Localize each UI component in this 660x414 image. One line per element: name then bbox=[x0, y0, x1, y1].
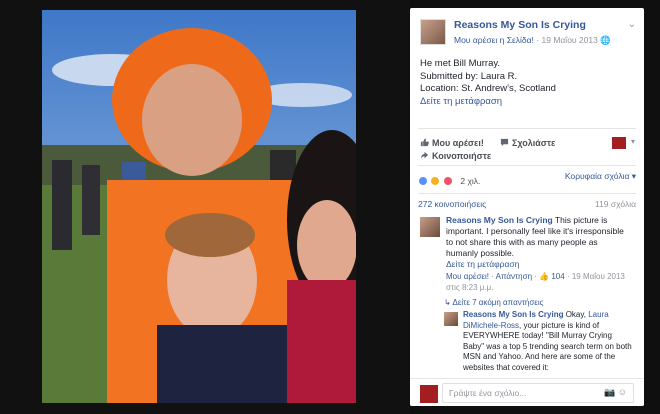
comment-likes-count[interactable]: 104 bbox=[551, 272, 564, 281]
comment-input[interactable]: Γράψτε ένα σχόλιο... 📷 ☺ bbox=[442, 383, 634, 403]
emoji-icon[interactable]: ☺ bbox=[618, 387, 627, 397]
composer-avatar bbox=[420, 385, 438, 403]
comment-button[interactable]: Σχολιάστε bbox=[500, 138, 555, 148]
page-avatar[interactable] bbox=[420, 19, 446, 45]
reply-author-link[interactable]: Reasons My Son Is Crying bbox=[463, 310, 563, 319]
comment-composer: Γράψτε ένα σχόλιο... 📷 ☺ bbox=[410, 378, 644, 406]
share-label: Κοινοποιήστε bbox=[432, 151, 492, 161]
share-button[interactable]: Κοινοποιήστε bbox=[420, 151, 491, 161]
comments-count-link[interactable]: 119 σχόλια bbox=[595, 199, 636, 209]
comment-see-translation-link[interactable]: Δείτε τη μετάφραση bbox=[446, 259, 632, 270]
comment-footer: Μου αρέσει! · Απάντηση · 👍 104 · 19 Μαΐο… bbox=[446, 271, 632, 293]
comment-date[interactable]: 19 Μαΐου 2013 bbox=[572, 272, 625, 281]
post-actions: Μου αρέσει! Σχολιάστε Κοινοποιήστε bbox=[418, 128, 636, 162]
post-as-selector[interactable] bbox=[612, 137, 635, 149]
like-reaction-icon bbox=[418, 176, 428, 186]
post-photo[interactable] bbox=[42, 10, 356, 403]
comment-avatar[interactable] bbox=[420, 217, 440, 237]
love-reaction-icon bbox=[442, 176, 453, 186]
like-page-link[interactable]: Μου αρέσει η Σελίδα! bbox=[454, 35, 534, 45]
globe-icon: 🌐 bbox=[600, 35, 611, 45]
reply-text-pre: Okay, bbox=[563, 310, 589, 319]
comment-reply-link[interactable]: Απάντηση bbox=[496, 272, 532, 281]
reply-body: Reasons My Son Is Crying Okay, Laura DiM… bbox=[463, 310, 635, 373]
post-stats: 272 κοινοποιήσεις 119 σχόλια bbox=[418, 193, 636, 211]
chevron-down-icon[interactable]: ⌄ bbox=[628, 19, 636, 30]
photo-image bbox=[42, 10, 356, 403]
post-meta: Μου αρέσει η Σελίδα! · 19 Μαΐου 2013 🌐 bbox=[454, 35, 611, 46]
haha-reaction-icon bbox=[430, 176, 441, 186]
photo-viewer bbox=[0, 0, 410, 414]
post-sidebar: Reasons My Son Is Crying Μου αρέσει η Σε… bbox=[410, 8, 644, 406]
like-label: Μου αρέσει! bbox=[432, 138, 484, 148]
comment-like-link[interactable]: Μου αρέσει! bbox=[446, 272, 489, 281]
post-line-2: Submitted by: Laura R. bbox=[420, 70, 518, 82]
shares-count-link[interactable]: 272 κοινοποιήσεις bbox=[418, 199, 486, 209]
view-more-replies-link[interactable]: ↳ Δείτε 7 ακόμη απαντήσεις bbox=[444, 298, 543, 307]
thumbs-up-icon bbox=[420, 138, 429, 147]
comment-input-placeholder: Γράψτε ένα σχόλιο... bbox=[449, 388, 527, 398]
reactions-summary[interactable]: 2 χιλ. Κορυφαία σχόλια ▾ bbox=[418, 165, 636, 186]
post-date[interactable]: 19 Μαΐου 2013 bbox=[542, 35, 598, 45]
post-text: He met Bill Murray. Submitted by: Laura … bbox=[420, 58, 636, 108]
page-name-link[interactable]: Reasons My Son Is Crying bbox=[454, 19, 586, 31]
comment-icon bbox=[500, 138, 509, 147]
post-line-1: He met Bill Murray. bbox=[420, 58, 501, 69]
comment-label: Σχολιάστε bbox=[512, 138, 556, 148]
see-translation-link[interactable]: Δείτε τη μετάφραση bbox=[420, 96, 636, 109]
reactions-count: 2 χιλ. bbox=[460, 176, 481, 186]
post-line-3: Location: St. Andrew's, Scotland bbox=[420, 83, 556, 94]
comment-author-link[interactable]: Reasons My Son Is Crying bbox=[446, 215, 553, 225]
comment-time: στις 8:23 μ.μ. bbox=[446, 283, 494, 292]
reply-avatar[interactable] bbox=[444, 312, 458, 326]
comment-sort-dropdown[interactable]: Κορυφαία σχόλια ▾ bbox=[565, 171, 636, 182]
post-header: Reasons My Son Is Crying Μου αρέσει η Σε… bbox=[420, 17, 636, 57]
composer-icons: 📷 ☺ bbox=[604, 387, 627, 398]
view-more-replies-label: Δείτε 7 ακόμη απαντήσεις bbox=[452, 298, 544, 307]
comment-body: Reasons My Son Is Crying This picture is… bbox=[446, 215, 632, 270]
share-icon bbox=[420, 151, 429, 160]
thumbs-up-icon: 👍 bbox=[539, 272, 550, 281]
like-button[interactable]: Μου αρέσει! bbox=[420, 138, 484, 148]
camera-icon[interactable]: 📷 bbox=[604, 387, 615, 397]
